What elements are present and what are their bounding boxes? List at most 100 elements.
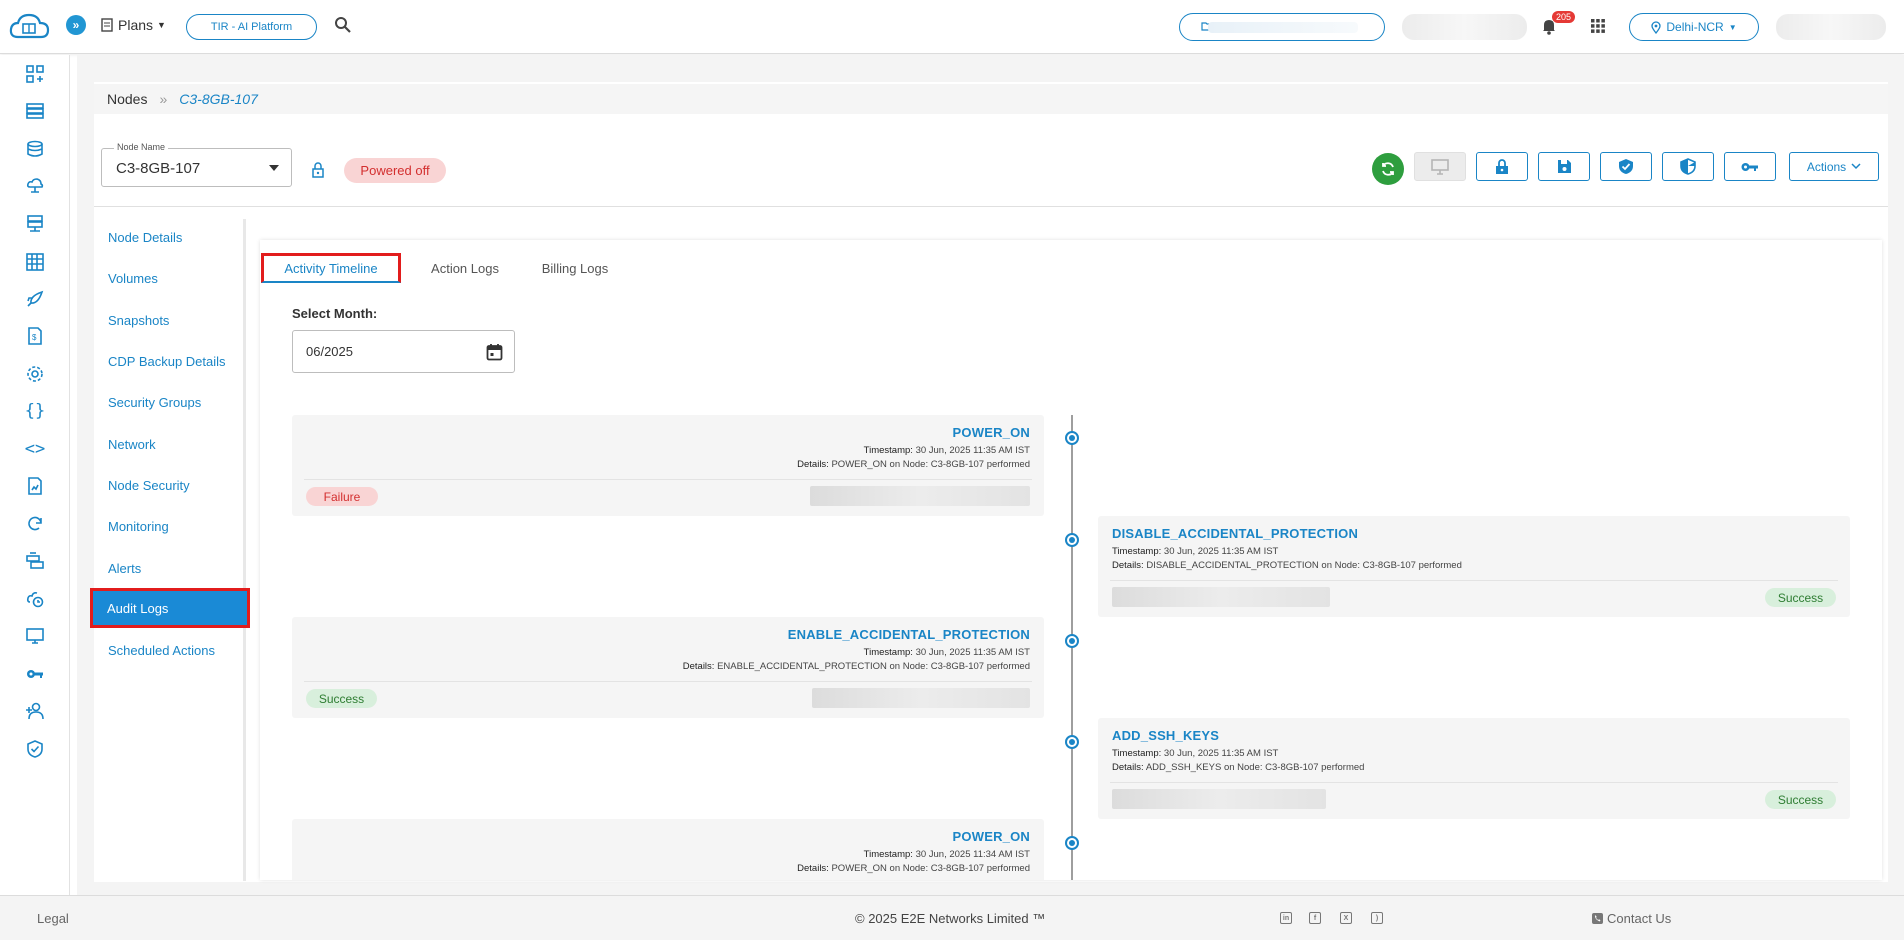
tir-platform-button[interactable]: TIR - AI Platform [186, 14, 317, 40]
monitor-4k-icon[interactable] [24, 625, 46, 647]
plans-label: Plans [118, 17, 154, 33]
cloud-clock-icon[interactable] [24, 588, 46, 610]
plans-menu[interactable]: Plans ▼ [100, 17, 166, 33]
console-button[interactable] [1414, 152, 1466, 181]
breadcrumb-current: C3-8GB-107 [179, 91, 258, 107]
expand-sidebar-button[interactable]: » [66, 15, 86, 35]
nav-alerts[interactable]: Alerts [94, 551, 246, 585]
nav-scheduled-actions[interactable]: Scheduled Actions [94, 633, 246, 667]
curly-braces-icon[interactable]: {} [24, 400, 46, 422]
monitor-icon [1431, 158, 1449, 175]
lock-icon [1496, 158, 1508, 174]
legal-link[interactable]: Legal [37, 911, 69, 926]
nav-security-groups[interactable]: Security Groups [94, 385, 246, 419]
servers-icon[interactable] [24, 100, 46, 122]
linkedin-icon[interactable]: in [1280, 912, 1292, 924]
nav-node-security[interactable]: Node Security [94, 468, 246, 502]
contact-us-label: Contact Us [1607, 911, 1672, 926]
actions-dropdown[interactable]: Actions [1789, 152, 1879, 181]
breadcrumb: Nodes » C3-8GB-107 [94, 84, 1888, 114]
timeline-dot [1065, 735, 1079, 749]
redacted-content [812, 688, 1030, 708]
status-badge-failure: Failure [306, 487, 378, 506]
key-icon[interactable] [24, 663, 46, 685]
timeline-event-card: ADD_SSH_KEYS Timestamp: 30 Jun, 2025 11:… [1098, 718, 1850, 819]
contact-us-link[interactable]: Contact Us [1592, 911, 1671, 926]
nav-volumes[interactable]: Volumes [94, 261, 246, 295]
search-icon[interactable] [334, 16, 352, 34]
settings-gear-icon[interactable] [24, 363, 46, 385]
timeline-event-card: DISABLE_ACCIDENTAL_PROTECTION Timestamp:… [1098, 516, 1850, 617]
node-left-nav: Node Details Volumes Snapshots CDP Backu… [90, 219, 250, 881]
project-selector[interactable] [1179, 13, 1385, 41]
notification-count-badge: 205 [1552, 11, 1576, 23]
timeline-event-card: POWER_ON Timestamp: 30 Jun, 2025 11:35 A… [292, 415, 1044, 516]
lock-node-button[interactable] [1476, 152, 1528, 181]
event-title: DISABLE_ACCIDENTAL_PROTECTION [1112, 526, 1359, 541]
card-divider [304, 681, 1032, 682]
status-badge-success: Success [1765, 790, 1836, 809]
lock-open-icon[interactable] [311, 162, 325, 178]
timeline-dot [1065, 836, 1079, 850]
select-month-label: Select Month: [292, 306, 378, 321]
nav-audit-logs[interactable]: Audit Logs [90, 588, 250, 628]
event-timestamp: Timestamp: 30 Jun, 2025 11:35 AM IST [863, 647, 1030, 658]
dashboard-add-icon[interactable] [24, 63, 46, 85]
month-picker-input[interactable]: 06/2025 [292, 330, 515, 373]
tab-activity-timeline[interactable]: Activity Timeline [261, 253, 401, 283]
shield-half-icon [1680, 158, 1696, 175]
node-name-select[interactable]: Node Name C3-8GB-107 [101, 142, 292, 187]
refresh-button[interactable] [1372, 153, 1404, 185]
double-chevron-right-icon: » [72, 18, 80, 32]
shield-check-icon [1619, 159, 1633, 174]
nav-cdp-backup-details[interactable]: CDP Backup Details [94, 344, 246, 378]
tab-billing-logs[interactable]: Billing Logs [525, 253, 625, 283]
top-bar: » Plans ▼ TIR - AI Platform 205 Delhi-NC… [0, 0, 1904, 54]
add-user-icon[interactable] [24, 700, 46, 722]
region-selector[interactable]: Delhi-NCR ▼ [1629, 13, 1759, 41]
ssh-keys-button[interactable] [1724, 152, 1776, 181]
accidental-protection-button[interactable] [1600, 152, 1652, 181]
table-grid-icon[interactable] [24, 251, 46, 273]
event-details: Details: ENABLE_ACCIDENTAL_PROTECTION on… [682, 661, 1030, 672]
x-twitter-icon[interactable]: X [1340, 912, 1352, 924]
file-chart-icon[interactable] [24, 475, 46, 497]
server-network-icon[interactable] [24, 213, 46, 235]
nav-network[interactable]: Network [94, 427, 246, 461]
month-value: 06/2025 [306, 344, 353, 359]
cloud-logo-icon[interactable] [8, 11, 52, 43]
status-badge-success: Success [1765, 588, 1836, 607]
code-brackets-icon[interactable]: <> [24, 438, 46, 460]
nav-monitoring[interactable]: Monitoring [94, 509, 246, 543]
database-icon[interactable] [24, 138, 46, 160]
chevron-down-icon [1851, 163, 1861, 170]
event-details: Details: POWER_ON on Node: C3-8GB-107 pe… [797, 459, 1030, 470]
event-timestamp: Timestamp: 30 Jun, 2025 11:35 AM IST [1112, 748, 1279, 759]
nav-snapshots[interactable]: Snapshots [94, 303, 246, 337]
copyright-text: © 2025 E2E Networks Limited ™ [855, 911, 1046, 926]
redacted-project-name [1208, 22, 1358, 33]
rocket-icon[interactable] [24, 288, 46, 310]
event-title: ENABLE_ACCIDENTAL_PROTECTION [787, 627, 1030, 642]
server-stack-icon[interactable] [24, 550, 46, 572]
billing-document-icon[interactable]: $ [24, 325, 46, 347]
rss-icon[interactable]: ) [1371, 912, 1383, 924]
caret-down-icon: ▼ [1728, 22, 1737, 32]
cloud-network-icon[interactable] [24, 175, 46, 197]
nav-node-details[interactable]: Node Details [94, 220, 246, 254]
redacted-content [810, 486, 1030, 506]
actions-label: Actions [1806, 159, 1847, 174]
security-shield-button[interactable] [1662, 152, 1714, 181]
document-icon [101, 18, 113, 32]
breadcrumb-root[interactable]: Nodes [107, 91, 147, 107]
main-sidebar: $ {} <> [0, 55, 70, 895]
refresh-cycle-icon[interactable] [24, 513, 46, 535]
save-image-button[interactable] [1538, 152, 1590, 181]
calendar-icon[interactable] [486, 343, 503, 361]
facebook-icon[interactable]: f [1309, 912, 1321, 924]
redacted-content [1112, 587, 1330, 607]
shield-check-icon[interactable] [24, 738, 46, 760]
apps-grid-icon[interactable] [1590, 18, 1606, 34]
tab-action-logs[interactable]: Action Logs [415, 253, 515, 283]
event-title: ADD_SSH_KEYS [1112, 728, 1220, 743]
